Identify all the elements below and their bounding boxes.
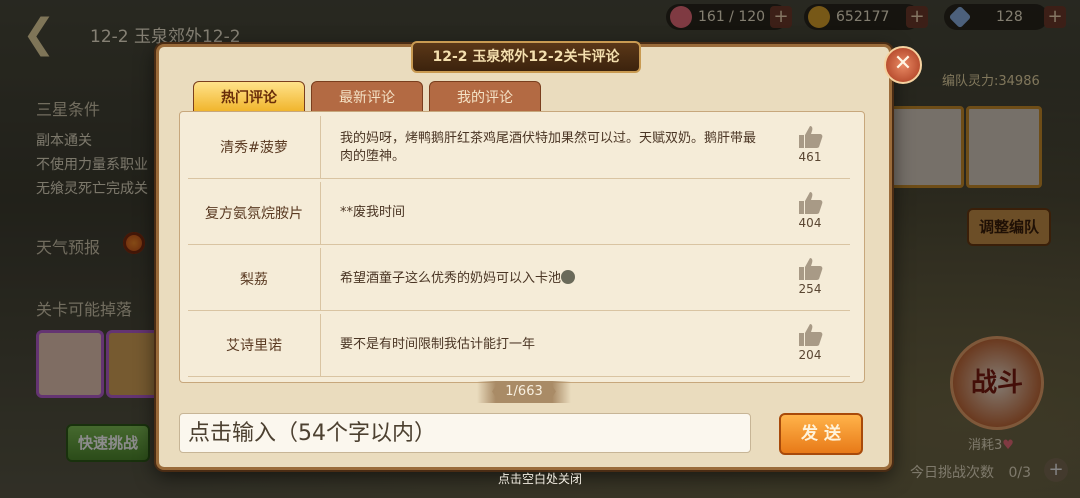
send-button[interactable]: 发 送: [779, 413, 863, 455]
like-button[interactable]: 204: [790, 322, 830, 362]
like-button[interactable]: 254: [790, 256, 830, 296]
tab-my-comments[interactable]: 我的评论: [429, 81, 541, 113]
tab-hot-comments[interactable]: 热门评论: [193, 81, 305, 113]
comment-row: 清秀#菠萝 我的妈呀，烤鸭鹅肝红茶鸡尾酒伏特加果然可以过。天赋双奶。鹅肝带最肉的…: [188, 116, 850, 179]
thumbs-up-icon: [799, 126, 823, 148]
comment-input[interactable]: [179, 413, 751, 453]
thumbs-up-icon: [799, 258, 823, 280]
comment-user: 梨荔: [188, 248, 321, 310]
comments-modal: 12-2 玉泉郊外12-2关卡评论 ✕ 热门评论 最新评论 我的评论 清秀#菠萝…: [156, 41, 922, 470]
like-count: 461: [798, 150, 822, 164]
page-indicator: 1/663: [505, 384, 543, 399]
comment-text: 我的妈呀，烤鸭鹅肝红茶鸡尾酒伏特加果然可以过。天赋双奶。鹅肝带最肉的堕神。: [340, 131, 757, 164]
comment-user: 艾诗里诺: [188, 314, 321, 376]
emoji-icon: [561, 270, 576, 284]
comment-text: **废我时间: [340, 205, 406, 220]
comment-user: 清秀#菠萝: [188, 116, 321, 178]
like-count: 204: [798, 348, 822, 362]
like-button[interactable]: 461: [790, 124, 830, 164]
thumbs-up-icon: [799, 192, 823, 214]
tab-latest-comments[interactable]: 最新评论: [311, 81, 423, 113]
comment-text: 希望酒童子这么优秀的奶妈可以入卡池: [340, 270, 760, 288]
close-hint: 点击空白处关闭: [497, 472, 582, 486]
comment-text-body: 希望酒童子这么优秀的奶妈可以入卡池: [340, 271, 562, 286]
next-page-icon[interactable]: ❯: [547, 384, 558, 399]
comment-row: 艾诗里诺 要不是有时间限制我估计能打一年 204: [188, 314, 850, 377]
comment-text: 要不是有时间限制我估计能打一年: [340, 337, 536, 352]
pagination: ❮ 1/663 ❯: [477, 381, 571, 403]
comment-list[interactable]: 清秀#菠萝 我的妈呀，烤鸭鹅肝红茶鸡尾酒伏特加果然可以过。天赋双奶。鹅肝带最肉的…: [179, 111, 865, 383]
comment-row: 梨荔 希望酒童子这么优秀的奶妈可以入卡池 254: [188, 248, 850, 311]
comment-user: 复方氨氛烷胺片: [188, 182, 321, 244]
comment-row: 复方氨氛烷胺片 **废我时间 404: [188, 182, 850, 245]
close-button[interactable]: ✕: [884, 46, 922, 84]
thumbs-up-icon: [799, 324, 823, 346]
prev-page-icon[interactable]: ❮: [490, 384, 501, 399]
like-button[interactable]: 404: [790, 190, 830, 230]
like-count: 404: [798, 216, 822, 230]
modal-title: 12-2 玉泉郊外12-2关卡评论: [411, 41, 641, 73]
like-count: 254: [798, 282, 822, 296]
